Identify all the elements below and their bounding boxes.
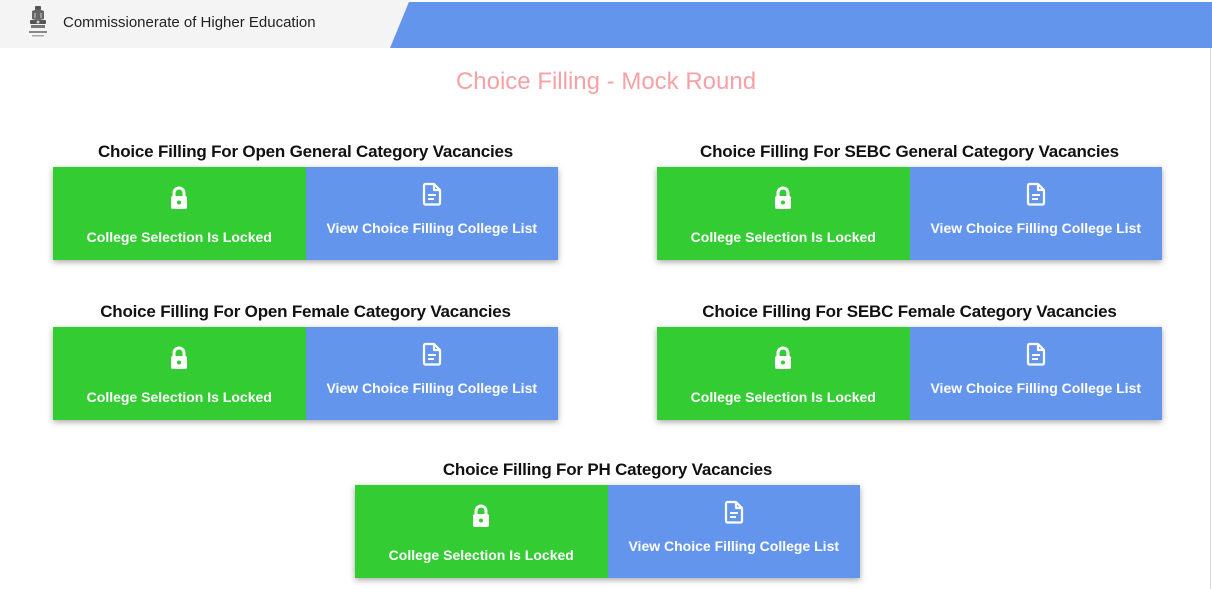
category-heading: Choice Filling For SEBC General Category…: [700, 142, 1119, 161]
view-college-list-button[interactable]: View Choice Filling College List: [909, 327, 1162, 420]
category-heading: Choice Filling For SEBC Female Category …: [702, 302, 1117, 321]
category-heading: Choice Filling For PH Category Vacancies: [442, 460, 773, 479]
college-selection-locked-tile: College Selection Is Locked: [355, 485, 608, 578]
header-accent-bar: [390, 2, 1212, 48]
category-sebc-general: Choice Filling For SEBC General Category…: [657, 141, 1162, 260]
page: Commissionerate of Higher Education Choi…: [0, 0, 1212, 589]
document-icon: [422, 342, 441, 366]
college-selection-locked-tile: College Selection Is Locked: [657, 327, 910, 420]
college-selection-locked-tile: College Selection Is Locked: [657, 167, 910, 260]
view-list-label: View Choice Filling College List: [930, 220, 1142, 236]
page-title: Choice Filling - Mock Round: [455, 68, 757, 95]
college-selection-locked-tile: College Selection Is Locked: [53, 327, 306, 420]
locked-label: College Selection Is Locked: [388, 547, 574, 563]
header-bar: Commissionerate of Higher Education: [0, 0, 1212, 48]
lock-icon: [171, 186, 188, 209]
category-card: College Selection Is Locked View Choice …: [53, 327, 558, 420]
page-scrollbar[interactable]: [1210, 48, 1211, 589]
document-icon: [1026, 182, 1045, 206]
category-card: College Selection Is Locked View Choice …: [53, 167, 558, 260]
locked-label: College Selection Is Locked: [690, 229, 876, 245]
category-heading: Choice Filling For Open General Category…: [97, 142, 514, 161]
category-ph: Choice Filling For PH Category Vacancies…: [355, 459, 860, 578]
category-open-general: Choice Filling For Open General Category…: [53, 141, 558, 260]
view-college-list-button[interactable]: View Choice Filling College List: [305, 167, 558, 260]
lock-icon: [775, 186, 792, 209]
category-open-female: Choice Filling For Open Female Category …: [53, 301, 558, 420]
category-card: College Selection Is Locked View Choice …: [657, 167, 1162, 260]
view-college-list-button[interactable]: View Choice Filling College List: [607, 485, 860, 578]
document-icon: [724, 500, 743, 524]
document-icon: [422, 182, 441, 206]
category-card: College Selection Is Locked View Choice …: [355, 485, 860, 578]
college-selection-locked-tile: College Selection Is Locked: [53, 167, 306, 260]
lock-icon: [775, 346, 792, 369]
category-card: College Selection Is Locked View Choice …: [657, 327, 1162, 420]
state-emblem-icon: [29, 6, 47, 37]
view-college-list-button[interactable]: View Choice Filling College List: [305, 327, 558, 420]
locked-label: College Selection Is Locked: [690, 389, 876, 405]
view-list-label: View Choice Filling College List: [628, 538, 840, 554]
view-list-label: View Choice Filling College List: [930, 380, 1142, 396]
header-title: Commissionerate of Higher Education: [63, 14, 316, 31]
view-list-label: View Choice Filling College List: [326, 380, 538, 396]
locked-label: College Selection Is Locked: [86, 389, 272, 405]
lock-icon: [473, 504, 490, 527]
category-heading: Choice Filling For Open Female Category …: [100, 302, 511, 321]
view-list-label: View Choice Filling College List: [326, 220, 538, 236]
category-sebc-female: Choice Filling For SEBC Female Category …: [657, 301, 1162, 420]
locked-label: College Selection Is Locked: [86, 229, 272, 245]
view-college-list-button[interactable]: View Choice Filling College List: [909, 167, 1162, 260]
lock-icon: [171, 346, 188, 369]
document-icon: [1026, 342, 1045, 366]
